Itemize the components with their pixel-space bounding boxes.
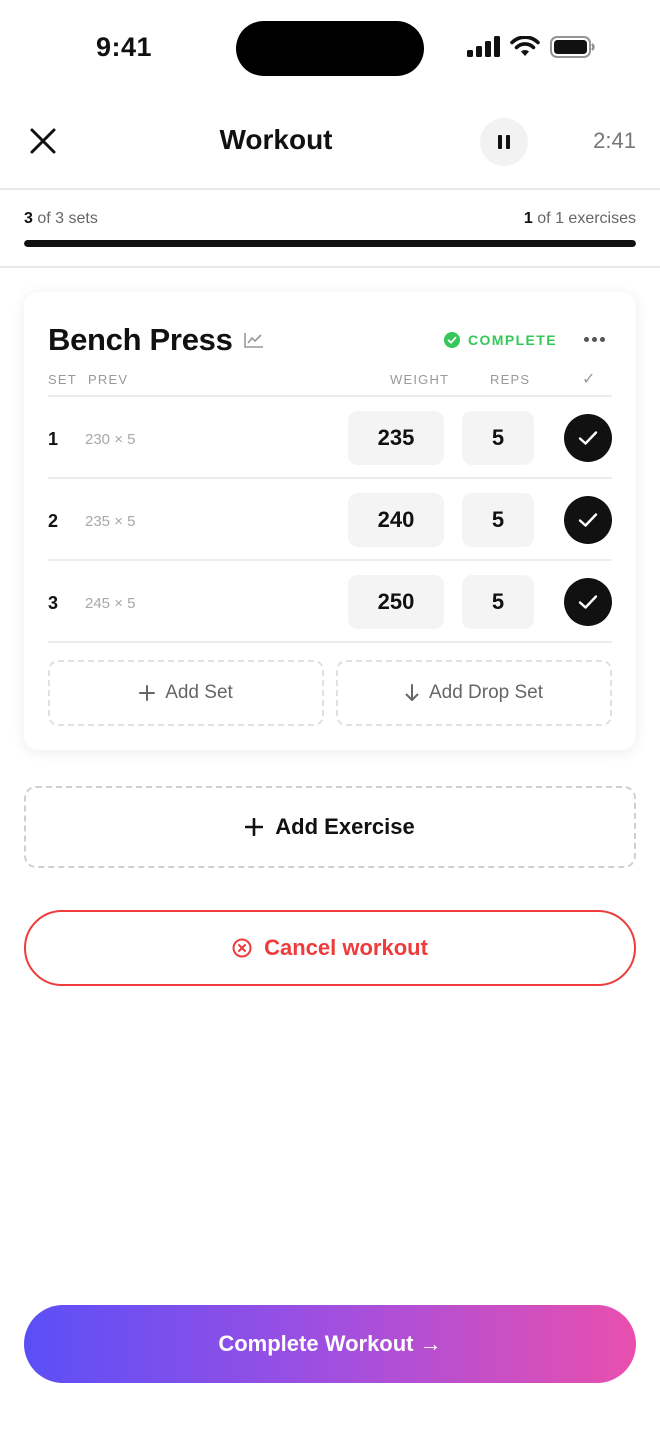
cancel-workout-label: Cancel workout <box>264 935 428 960</box>
add-drop-set-label: Add Drop Set <box>428 682 544 703</box>
set-complete-toggle[interactable] <box>564 414 612 462</box>
column-header-weight: WEIGHT <box>390 372 450 387</box>
column-header-set: SET <box>48 372 77 387</box>
workout-header: Workout 2:41 <box>0 100 660 190</box>
sets-done-count: 3 <box>24 210 33 227</box>
set-previous: 235 × 5 <box>85 513 136 530</box>
set-row: 1 230 × 5 235 5 <box>48 397 612 479</box>
exercises-total-text: of 1 exercises <box>537 210 636 227</box>
set-row: 2 235 × 5 240 5 <box>48 479 612 561</box>
add-drop-set-button[interactable]: Add Drop Set <box>336 660 612 726</box>
set-number: 2 <box>48 511 59 531</box>
status-badge: COMPLETE <box>444 332 557 348</box>
set-complete-toggle[interactable] <box>564 578 612 626</box>
set-previous: 230 × 5 <box>85 431 136 448</box>
page-title: Workout <box>219 124 333 155</box>
column-header-done: ✓ <box>582 371 597 388</box>
more-options-button[interactable] <box>580 328 608 350</box>
status-bar: 9:41 <box>0 0 660 96</box>
complete-workout-label: Complete Workout → <box>218 1331 442 1356</box>
signal-icon <box>467 36 500 57</box>
progress-bar-fill <box>24 240 636 247</box>
exercise-card: Bench Press COMPLETE SET PREV WEIGHT REP… <box>24 292 636 750</box>
add-exercise-label: Add Exercise <box>275 814 415 839</box>
add-set-label: Add Set <box>165 682 233 703</box>
progress-bar <box>24 240 636 247</box>
check-icon <box>578 431 598 445</box>
status-icons <box>466 36 596 58</box>
chart-icon[interactable] <box>244 332 264 348</box>
wifi-icon <box>510 36 540 56</box>
weight-input[interactable]: 240 <box>348 493 444 547</box>
column-header-prev: PREV <box>88 372 129 387</box>
weight-input[interactable]: 250 <box>348 575 444 629</box>
dynamic-island <box>236 21 424 76</box>
check-circle-icon <box>444 332 460 348</box>
complete-workout-button[interactable]: Complete Workout → <box>24 1305 636 1383</box>
sets-progress-text: 3 of 3 sets <box>24 210 98 228</box>
check-icon <box>578 595 598 609</box>
more-dots-icon <box>583 336 589 342</box>
x-circle-icon <box>232 938 252 958</box>
set-complete-toggle[interactable] <box>564 496 612 544</box>
exercises-progress-text: 1 of 1 exercises <box>524 210 636 228</box>
reps-input[interactable]: 5 <box>462 411 534 465</box>
plus-icon <box>139 685 156 701</box>
set-number: 3 <box>48 593 59 613</box>
add-exercise-button[interactable]: Add Exercise <box>24 786 636 868</box>
add-set-button[interactable]: Add Set <box>48 660 324 726</box>
column-header-reps: REPS <box>490 372 531 387</box>
sets-total-text: of 3 sets <box>37 210 98 227</box>
reps-input[interactable]: 5 <box>462 493 534 547</box>
exercises-done-count: 1 <box>523 210 533 227</box>
set-previous: 245 × 5 <box>85 595 136 612</box>
status-time: 9:41 <box>96 32 153 62</box>
workout-timer: 2:41 <box>593 128 636 153</box>
set-row: 3 245 × 5 250 5 <box>48 561 612 643</box>
check-icon <box>578 513 598 527</box>
plus-icon <box>245 818 264 836</box>
pause-button[interactable] <box>480 118 528 166</box>
exercise-name: Bench Press <box>48 322 233 357</box>
progress-section: 3 of 3 sets 1 of 1 exercises <box>0 192 660 268</box>
arrow-down-icon <box>405 684 419 701</box>
battery-icon <box>550 36 595 58</box>
status-badge-label: COMPLETE <box>468 332 557 348</box>
cancel-workout-button[interactable]: Cancel workout <box>24 910 636 986</box>
set-number: 1 <box>48 429 59 449</box>
weight-input[interactable]: 235 <box>348 411 444 465</box>
reps-input[interactable]: 5 <box>462 575 534 629</box>
pause-icon <box>498 135 510 149</box>
